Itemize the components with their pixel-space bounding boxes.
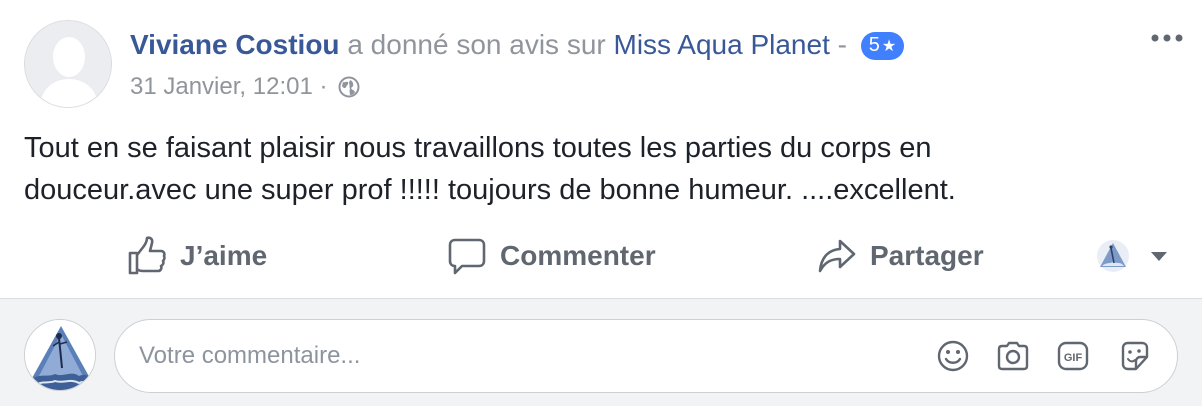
post-text-line-1: Tout en se faisant plaisir nous travaill…	[24, 132, 932, 164]
meta-separator: ·	[312, 73, 335, 100]
comment-placeholder: Votre commentaire...	[139, 342, 361, 369]
page-avatar[interactable]	[24, 319, 96, 391]
emoji-icon[interactable]	[935, 338, 971, 374]
comment-composer: Votre commentaire... GIF	[0, 298, 1202, 406]
rating-badge: 5 ★	[860, 32, 905, 60]
gif-icon[interactable]: GIF	[1055, 338, 1091, 374]
post-text: Tout en se faisant plaisir nous travaill…	[24, 127, 1174, 211]
sticker-icon[interactable]	[1117, 338, 1153, 374]
header-separator: -	[829, 29, 855, 60]
comment-label: Commenter	[500, 240, 656, 271]
rating-value: 5	[868, 34, 880, 56]
comment-button[interactable]: Commenter	[446, 228, 656, 284]
page-logo-icon	[25, 320, 95, 390]
action-text: a donné son avis sur	[339, 29, 614, 60]
share-label: Partager	[870, 240, 984, 271]
page-name-link[interactable]: Miss Aqua Planet	[614, 29, 830, 60]
caret-down-icon	[1151, 252, 1167, 261]
thumbs-up-icon	[128, 236, 166, 275]
post-text-line-2: douceur.avec une super prof !!!!! toujou…	[24, 174, 956, 206]
like-label: J’aime	[180, 240, 268, 271]
timestamp[interactable]: 31 Janvier, 12:01	[130, 73, 313, 100]
globe-icon[interactable]	[338, 76, 360, 98]
post-meta: 31 Janvier, 12:01 ·	[130, 70, 360, 104]
review-post: Viviane Costiou a donné son avis sur Mis…	[0, 0, 1202, 406]
action-bar: J’aime Commenter Partager	[0, 228, 1202, 284]
author-name[interactable]: Viviane Costiou	[130, 29, 340, 60]
share-button[interactable]: Partager	[816, 228, 984, 284]
comment-bubble-icon	[448, 238, 486, 275]
post-header: Viviane Costiou a donné son avis sur Mis…	[130, 28, 905, 62]
like-button[interactable]: J’aime	[126, 228, 267, 284]
camera-icon[interactable]	[995, 338, 1031, 374]
star-icon: ★	[881, 38, 897, 55]
svg-text:GIF: GIF	[1064, 352, 1083, 364]
share-arrow-icon	[818, 239, 856, 273]
page-profile-icon	[1097, 240, 1129, 272]
comment-input[interactable]: Votre commentaire... GIF	[114, 319, 1178, 393]
more-options-icon[interactable]	[1150, 28, 1184, 48]
author-avatar[interactable]	[24, 20, 112, 108]
default-avatar-icon	[25, 21, 111, 107]
post-as-selector[interactable]	[1096, 228, 1170, 284]
